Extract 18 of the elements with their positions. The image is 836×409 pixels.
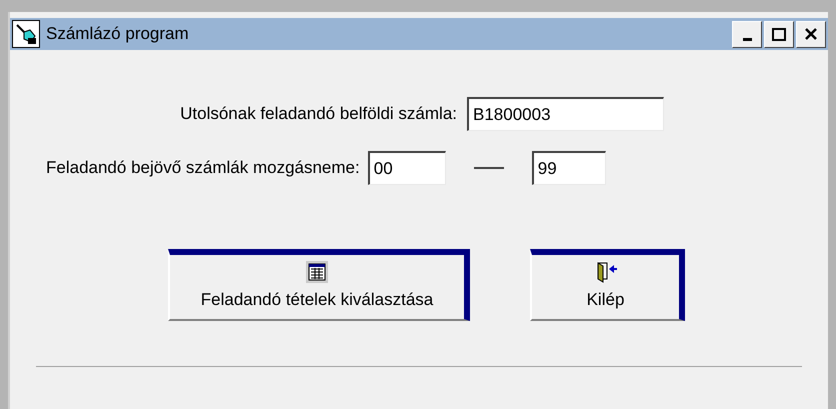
minimize-icon bbox=[742, 38, 752, 40]
table-icon bbox=[306, 261, 328, 284]
door-exit-icon bbox=[594, 261, 616, 284]
field-label: Feladandó bejövő számlák mozgásneme: bbox=[46, 157, 360, 180]
range-from-field[interactable]: 00 bbox=[368, 151, 446, 185]
close-icon bbox=[805, 28, 817, 40]
maximize-icon bbox=[772, 28, 786, 40]
minimize-button[interactable] bbox=[732, 20, 762, 48]
window-title: Számlázó program bbox=[46, 23, 189, 46]
exit-button[interactable]: Kilép bbox=[530, 249, 685, 321]
range-dash bbox=[474, 167, 504, 169]
maximize-button[interactable] bbox=[764, 20, 794, 48]
close-button[interactable] bbox=[796, 20, 826, 48]
invoice-field[interactable]: B1800003 bbox=[467, 97, 664, 131]
field-label: Utolsónak feladandó belföldi számla: bbox=[179, 103, 457, 126]
select-items-button[interactable]: Feladandó tételek kiválasztása bbox=[168, 249, 470, 321]
app-icon bbox=[12, 20, 40, 48]
range-to-field[interactable]: 99 bbox=[532, 151, 606, 185]
